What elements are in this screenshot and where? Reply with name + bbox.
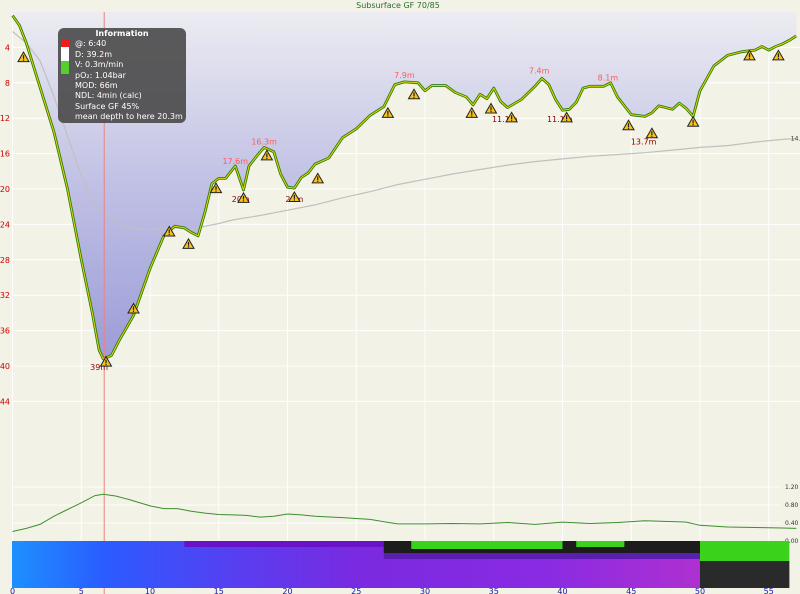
tissue-heatmap-cell [700, 541, 790, 561]
x-tick-label: 25 [351, 587, 361, 594]
depth-label: 16.3m [251, 137, 277, 146]
velocity-gauge-icon [61, 40, 69, 74]
tissue-heatmap-cell [411, 541, 563, 549]
depth-label: 7.4m [529, 67, 550, 76]
y-tick-label: 36 [0, 327, 10, 336]
x-tick-label: 0 [10, 587, 15, 594]
tissue-heatmap-cell [383, 553, 700, 559]
y-tick-label: 12 [0, 114, 10, 123]
y-tick-label: 24 [0, 220, 10, 229]
po2-tick-label: 0.80 [785, 502, 799, 509]
x-tick-label: 20 [282, 587, 292, 594]
x-tick-label: 35 [489, 587, 499, 594]
info-ndl: NDL: 4min (calc) [75, 91, 142, 101]
info-velocity: V: 0.3m/min [75, 60, 124, 70]
depth-label: 17.6m [222, 157, 248, 166]
info-title: Information [95, 29, 149, 38]
x-tick-label: 50 [695, 587, 705, 594]
info-po2: pO₂: 1.04bar [75, 70, 126, 80]
x-tick-label: 5 [79, 587, 84, 594]
tissue-heatmap-cell [576, 541, 625, 547]
x-tick-label: 40 [557, 587, 567, 594]
x-tick-label: 45 [626, 587, 636, 594]
info-mod: MOD: 66m [75, 81, 118, 91]
depth-label: 14.3m [791, 136, 800, 143]
y-tick-label: 20 [0, 185, 10, 194]
x-tick-label: 55 [764, 587, 774, 594]
info-mean-depth: mean depth to here 20.3m [75, 112, 183, 122]
y-tick-label: 44 [0, 397, 10, 406]
x-tick-label: 30 [420, 587, 430, 594]
info-depth: D: 39.2m [75, 49, 113, 59]
info-surface-gf: Surface GF 45% [75, 101, 140, 111]
x-tick-label: 10 [145, 587, 155, 594]
y-tick-label: 8 [5, 79, 10, 88]
depth-label: 13.7m [631, 137, 657, 146]
tissue-heatmap-cell [184, 541, 384, 547]
po2-tick-label: 0.40 [785, 520, 799, 527]
y-tick-label: 32 [0, 291, 10, 300]
depth-label: 7.9m [394, 71, 415, 80]
x-tick-label: 15 [214, 587, 224, 594]
y-tick-label: 40 [0, 362, 10, 371]
y-tick-label: 28 [0, 256, 10, 265]
y-tick-label: 16 [0, 150, 10, 159]
tissue-heatmap-cell [700, 561, 790, 588]
y-tick-label: 4 [5, 43, 10, 52]
chart-title: Subsurface GF 70/85 [356, 1, 440, 10]
info-box: Information @: 6:40 D: 39.2m V: 0.3m/min… [58, 28, 186, 123]
po2-tick-label: 1.20 [785, 484, 799, 491]
info-time: @: 6:40 [75, 39, 107, 49]
depth-label: 8.1m [598, 74, 619, 83]
dive-profile-view: Subsurface GF 70/8539m17.6m20m16.3m20m7.… [0, 0, 800, 594]
